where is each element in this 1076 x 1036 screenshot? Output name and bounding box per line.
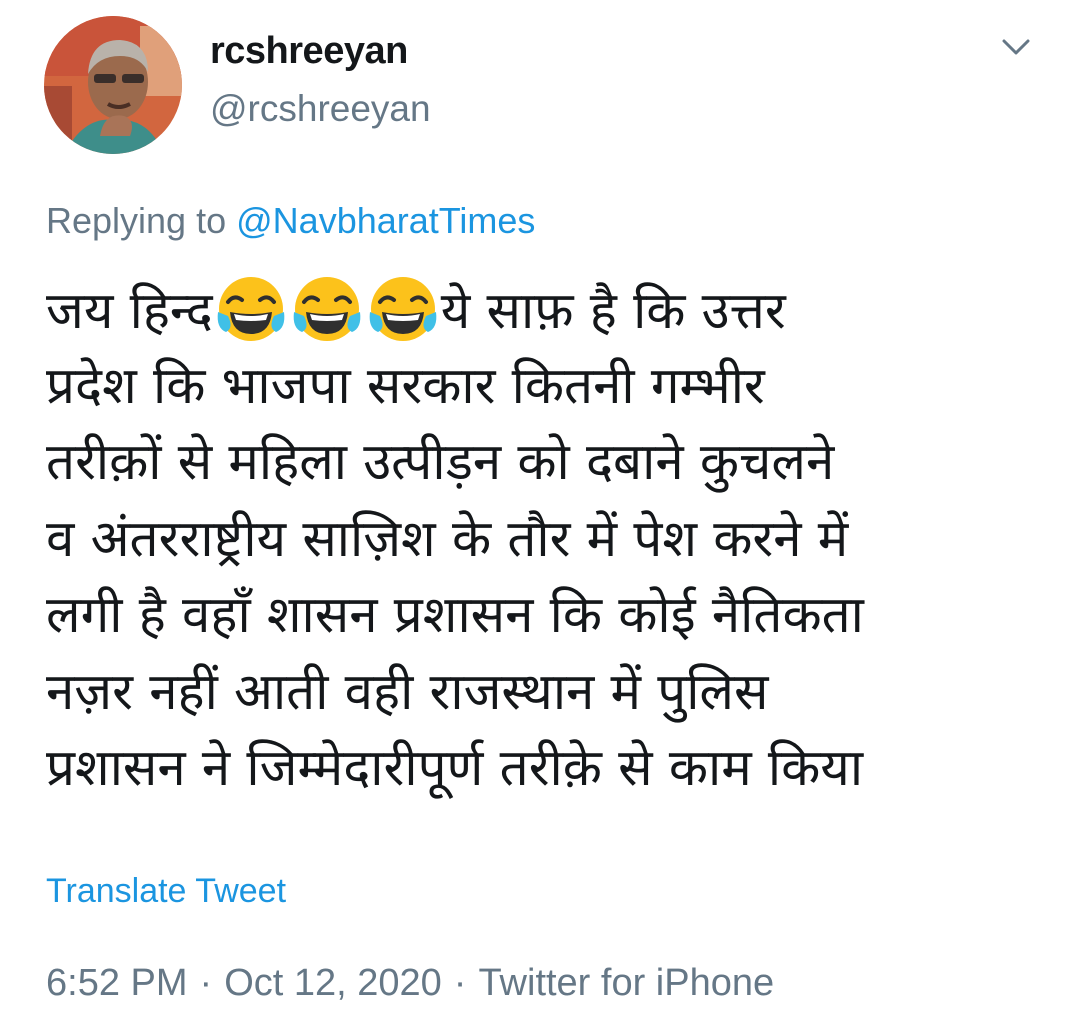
replying-to: Replying to @NavbharatTimes [46, 200, 535, 242]
face-with-tears-of-joy-emoji-icon [366, 272, 440, 346]
tweet-time[interactable]: 6:52 PM [46, 962, 188, 1004]
avatar[interactable] [44, 16, 182, 154]
replying-to-label: Replying to [46, 200, 227, 241]
more-options-button[interactable] [996, 32, 1036, 66]
tweet-text-line: प्रशासन ने जिम्मेदारीपूर्ण तरीक़े से काम… [46, 739, 864, 798]
tweet-text-line: प्रदेश कि भाजपा सरकार कितनी गम्भीर [46, 356, 765, 416]
tweet-source-link[interactable]: Twitter for iPhone [478, 962, 774, 1004]
tweet-text-segment: ये साफ़ है कि उत्तर [440, 282, 786, 341]
tweet-text-line: लगी है वहाँ शासन प्रशासन कि कोई नैतिकता [46, 586, 864, 645]
tweet-text-line: जय हिन्द ये साफ़ है कि उत्तर [46, 272, 1046, 349]
meta-separator: · [453, 962, 467, 1004]
chevron-down-icon [1001, 38, 1031, 60]
tweet-card: rcshreeyan @rcshreeyan Replying to @Navb… [0, 0, 1076, 1036]
tweet-text-line: नज़र नहीं आती वही राजस्थान में पुलिस [46, 662, 769, 722]
face-with-tears-of-joy-emoji-icon [214, 272, 288, 346]
tweet-text-segment: जय हिन्द [46, 282, 213, 341]
face-with-tears-of-joy-emoji-icon [290, 272, 364, 346]
tweet-text-line: व अंतरराष्ट्रीय साज़िश के तौर में पेश कर… [46, 509, 849, 569]
meta-separator: · [199, 962, 213, 1004]
tweet-date[interactable]: Oct 12, 2020 [224, 962, 442, 1004]
author-handle[interactable]: @rcshreeyan [210, 88, 431, 130]
author-display-name[interactable]: rcshreeyan [210, 30, 408, 73]
tweet-metadata: 6:52 PM · Oct 12, 2020 · Twitter for iPhone [46, 962, 774, 1005]
tweet-text: जय हिन्द ये साफ़ है कि उत्तर प्रदेश कि भा… [46, 272, 1046, 808]
translate-tweet-link[interactable]: Translate Tweet [46, 872, 286, 911]
reply-mention-link[interactable]: @NavbharatTimes [236, 200, 535, 241]
tweet-text-line: तरीक़ों से महिला उत्पीड़न को दबाने कुचलन… [46, 433, 835, 492]
